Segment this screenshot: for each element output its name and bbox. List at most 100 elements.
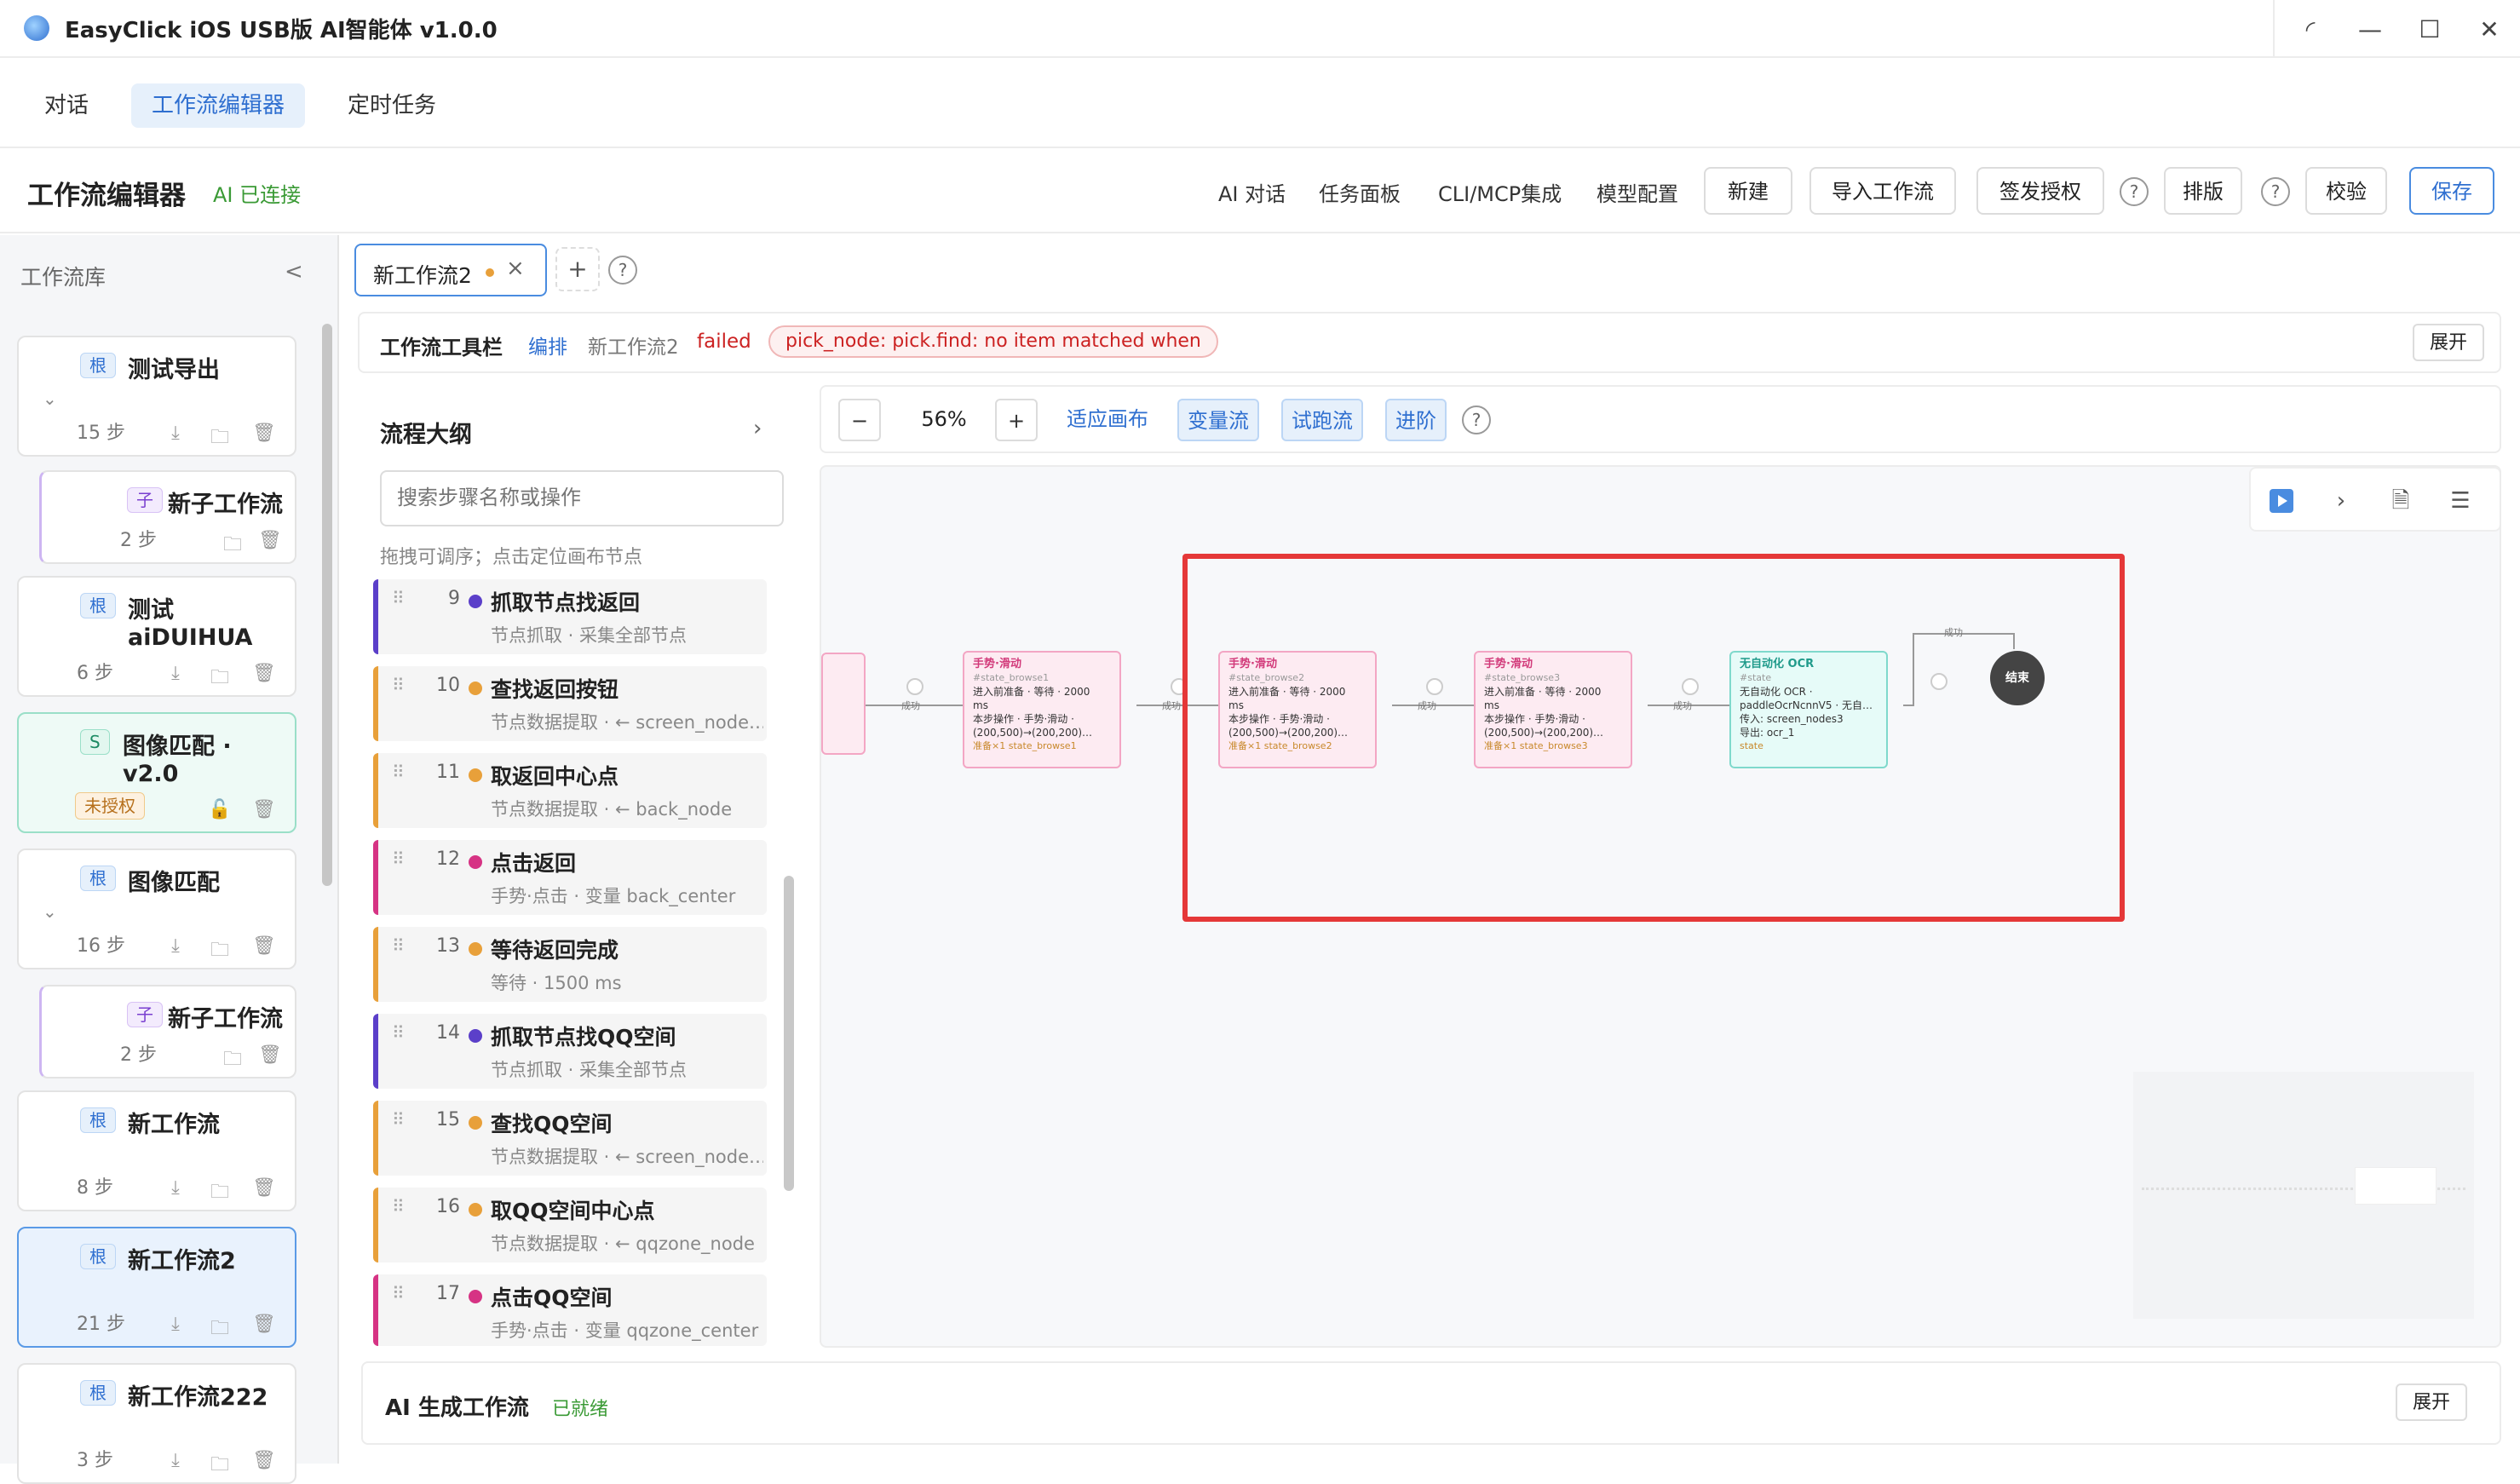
document-icon[interactable]: 🗎 xyxy=(2384,484,2418,518)
outline-step[interactable]: ⠿ 12 点击返回 手势·点击 · 变量 back_center xyxy=(373,840,767,915)
mode-label[interactable]: 编排 xyxy=(528,331,567,359)
download-icon[interactable]: ⤓ xyxy=(164,1314,187,1337)
folder-icon[interactable]: 🗀 xyxy=(208,1450,232,1475)
folder-icon[interactable]: 🗀 xyxy=(208,1177,232,1203)
workflow-card[interactable]: 子 新子工作流 2 步 🗀 🗑 xyxy=(39,470,296,564)
new-button[interactable]: 新建 xyxy=(1704,167,1792,215)
workflow-card[interactable]: 根 测试导出 ⌄ 15 步 ⤓ 🗀 🗑 xyxy=(17,336,296,457)
trash-icon[interactable]: 🗑 xyxy=(252,1450,276,1474)
help-icon[interactable]: ? xyxy=(2120,177,2149,206)
zoom-out-button[interactable]: − xyxy=(838,399,881,441)
import-workflow-button[interactable]: 导入工作流 xyxy=(1809,167,1956,215)
sidebar-scrollbar[interactable] xyxy=(322,324,332,886)
zoom-in-button[interactable]: + xyxy=(995,399,1038,441)
trash-icon[interactable]: 🗑 xyxy=(252,1177,276,1201)
expand-button[interactable]: 展开 xyxy=(2413,324,2485,361)
workflow-card[interactable]: S 图像匹配 · v2.0 未授权 🔓 🗑 xyxy=(17,712,296,833)
save-button[interactable]: 保存 xyxy=(2409,167,2494,215)
drag-handle-icon[interactable]: ⠿ xyxy=(392,762,405,782)
validate-button[interactable]: 校验 xyxy=(2305,167,2387,215)
canvas-minimap[interactable] xyxy=(2133,1072,2474,1319)
chevron-right-icon[interactable]: › xyxy=(2324,484,2358,518)
folder-icon[interactable]: 🗀 xyxy=(208,423,232,448)
outline-step[interactable]: ⠿ 17 点击QQ空间 手势·点击 · 变量 qqzone_center xyxy=(373,1274,767,1346)
help-icon[interactable]: ? xyxy=(1462,406,1491,434)
folder-icon[interactable]: 🗀 xyxy=(221,1044,245,1070)
flow-node[interactable]: 手势·滑动 #state_browse1 进入前准备 · 等待 · 2000 m… xyxy=(963,651,1121,768)
drag-handle-icon[interactable]: ⠿ xyxy=(392,1196,405,1217)
close-window-button[interactable]: ✕ xyxy=(2457,0,2520,58)
trash-icon[interactable]: 🗑 xyxy=(252,935,276,959)
drag-handle-icon[interactable]: ⠿ xyxy=(392,1283,405,1303)
workflow-card[interactable]: 根 图像匹配 ⌄ 16 步 ⤓ 🗀 🗑 xyxy=(17,848,296,969)
drag-handle-icon[interactable]: ⠿ xyxy=(392,1109,405,1130)
partial-flow-node[interactable] xyxy=(821,653,866,755)
workflow-card[interactable]: 根 测试aiDUIHUA 6 步 ⤓ 🗀 🗑 xyxy=(17,576,296,697)
outline-step[interactable]: ⠿ 16 取QQ空间中心点 节点数据提取 · ← qqzone_node xyxy=(373,1188,767,1263)
list-icon[interactable]: ☰ xyxy=(2443,484,2477,518)
download-icon[interactable]: ⤓ xyxy=(164,423,187,446)
outline-step[interactable]: ⠿ 14 抓取节点找QQ空间 节点抓取 · 采集全部节点 xyxy=(373,1014,767,1089)
drag-handle-icon[interactable]: ⠿ xyxy=(392,1022,405,1043)
workflow-card[interactable]: 根 新工作流222 3 步 ⤓ 🗀 🗑 xyxy=(17,1363,296,1484)
trash-icon[interactable]: 🗑 xyxy=(258,530,282,554)
chevron-down-icon[interactable]: ⌄ xyxy=(43,901,57,922)
drag-handle-icon[interactable]: ⠿ xyxy=(392,935,405,956)
advanced-button[interactable]: 进阶 xyxy=(1385,399,1447,441)
download-icon[interactable]: ⤓ xyxy=(164,935,187,959)
link-model-config[interactable]: 模型配置 xyxy=(1597,177,1678,207)
minimap-viewport[interactable] xyxy=(2355,1167,2437,1205)
variable-flow-button[interactable]: 变量流 xyxy=(1177,399,1259,441)
collapse-sidebar-icon[interactable]: < xyxy=(285,259,303,285)
chevron-down-icon[interactable]: ⌄ xyxy=(43,388,57,409)
maximize-button[interactable]: ☐ xyxy=(2397,0,2462,58)
fit-canvas-button[interactable]: 适应画布 xyxy=(1067,399,1148,441)
folder-icon[interactable]: 🗀 xyxy=(208,1314,232,1339)
trash-icon[interactable]: 🗑 xyxy=(258,1044,282,1068)
download-icon[interactable]: ⤓ xyxy=(164,1450,187,1474)
help-icon[interactable]: ? xyxy=(2261,177,2290,206)
tab-scheduled-tasks[interactable]: 定时任务 xyxy=(327,83,457,128)
trash-icon[interactable]: 🗑 xyxy=(252,423,276,446)
signed-badge: S xyxy=(80,729,110,755)
outline-step[interactable]: ⠿ 15 查找QQ空间 节点数据提取 · ← screen_node… xyxy=(373,1101,767,1176)
workflow-card[interactable]: 根 新工作流 8 步 ⤓ 🗀 🗑 xyxy=(17,1090,296,1211)
lock-icon[interactable]: 🔓 xyxy=(208,799,232,823)
add-tab-button[interactable]: + xyxy=(555,247,600,291)
trash-icon[interactable]: 🗑 xyxy=(252,1314,276,1337)
tab-chat[interactable]: 对话 xyxy=(24,83,109,128)
folder-icon[interactable]: 🗀 xyxy=(221,530,245,555)
drag-handle-icon[interactable]: ⠿ xyxy=(392,848,405,869)
step-search-input[interactable] xyxy=(380,470,784,526)
folder-icon[interactable]: 🗀 xyxy=(208,663,232,688)
expand-button[interactable]: 展开 xyxy=(2396,1383,2468,1421)
workflow-canvas[interactable]: 成功 成功 成功 成功 成功 手势·滑动 #state_browse1 进入前准… xyxy=(820,465,2501,1348)
play-icon[interactable] xyxy=(2264,484,2298,518)
download-icon[interactable]: ⤓ xyxy=(164,663,187,687)
outline-step[interactable]: ⠿ 9 抓取节点找返回 节点抓取 · 采集全部节点 xyxy=(373,579,767,654)
workflow-card-selected[interactable]: 根 新工作流2 21 步 ⤓ 🗀 🗑 xyxy=(17,1227,296,1348)
layout-button[interactable]: 排版 xyxy=(2164,167,2242,215)
tab-workflow-editor[interactable]: 工作流编辑器 xyxy=(131,83,306,128)
outline-step[interactable]: ⠿ 10 查找返回按钮 节点数据提取 · ← screen_node… xyxy=(373,666,767,741)
folder-icon[interactable]: 🗀 xyxy=(208,935,232,961)
minimize-button[interactable]: — xyxy=(2338,0,2402,58)
workflow-card[interactable]: 子 新子工作流 2 步 🗀 🗑 xyxy=(39,985,296,1078)
trial-run-button[interactable]: 试跑流 xyxy=(1281,399,1363,441)
outline-step[interactable]: ⠿ 13 等待返回完成 等待 · 1500 ms xyxy=(373,927,767,1002)
download-icon[interactable]: ⤓ xyxy=(164,1177,187,1201)
outline-scrollbar[interactable] xyxy=(784,876,794,1191)
drag-handle-icon[interactable]: ⠿ xyxy=(392,588,405,608)
help-icon[interactable]: ? xyxy=(608,256,637,285)
close-tab-icon[interactable]: × xyxy=(506,256,525,281)
link-ai-chat[interactable]: AI 对话 xyxy=(1218,177,1286,207)
drag-handle-icon[interactable]: ⠿ xyxy=(392,675,405,695)
link-task-panel[interactable]: 任务面板 xyxy=(1319,177,1401,207)
tab-workflow[interactable]: 新工作流2 × xyxy=(354,244,547,296)
link-cli-mcp[interactable]: CLI/MCP集成 xyxy=(1438,177,1562,207)
trash-icon[interactable]: 🗑 xyxy=(252,799,276,823)
chevron-right-icon[interactable]: › xyxy=(753,416,762,441)
trash-icon[interactable]: 🗑 xyxy=(252,663,276,687)
outline-step[interactable]: ⠿ 11 取返回中心点 节点数据提取 · ← back_node xyxy=(373,753,767,828)
issue-license-button[interactable]: 签发授权 xyxy=(1976,167,2104,215)
